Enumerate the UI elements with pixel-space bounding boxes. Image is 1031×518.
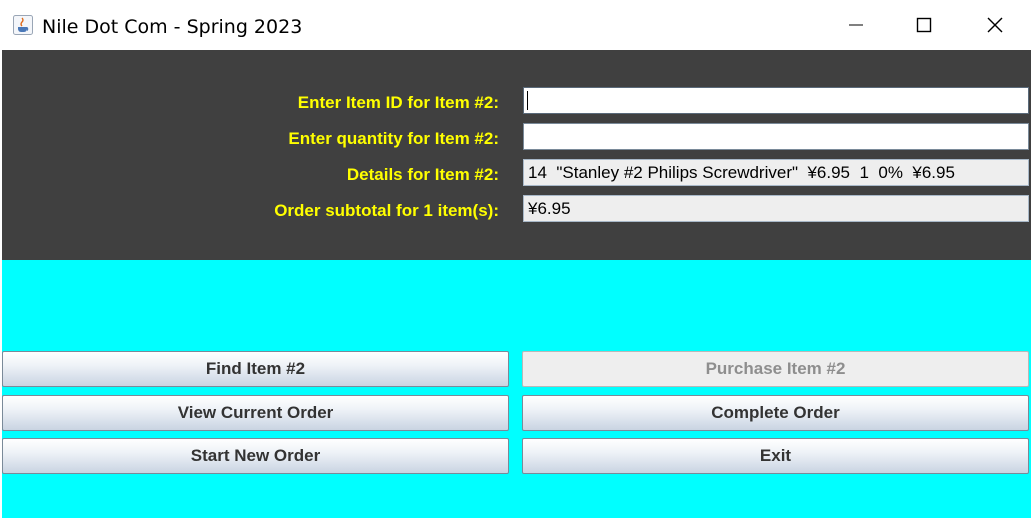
find-item-button[interactable]: Find Item #2 <box>2 351 509 387</box>
details-label: Details for Item #2: <box>346 165 499 184</box>
title-bar: Nile Dot Com - Spring 2023 <box>0 0 1031 50</box>
quantity-label: Enter quantity for Item #2: <box>288 129 499 148</box>
subtotal-label: Order subtotal for 1 item(s): <box>274 201 499 220</box>
details-field: 14 "Stanley #2 Philips Screwdriver" ¥6.9… <box>523 159 1029 186</box>
close-icon <box>987 17 1003 33</box>
subtotal-field: ¥6.95 <box>523 195 1029 222</box>
minimize-icon <box>849 24 863 26</box>
order-form-panel: Enter Item ID for Item #2: Enter quantit… <box>2 50 1031 260</box>
purchase-item-button[interactable]: Purchase Item #2 <box>522 351 1029 387</box>
item-id-label: Enter Item ID for Item #2: <box>297 93 499 112</box>
complete-order-button[interactable]: Complete Order <box>522 395 1029 431</box>
maximize-icon <box>916 17 932 33</box>
view-current-order-button[interactable]: View Current Order <box>2 395 509 431</box>
java-app-icon <box>13 15 33 35</box>
text-caret <box>527 91 528 110</box>
quantity-input[interactable] <box>523 123 1029 150</box>
window-title: Nile Dot Com - Spring 2023 <box>42 16 303 38</box>
close-button[interactable] <box>960 0 1030 50</box>
maximize-button[interactable] <box>889 0 959 50</box>
item-id-input[interactable] <box>523 87 1029 114</box>
button-area <box>2 260 1031 518</box>
minimize-button[interactable] <box>821 0 891 50</box>
start-new-order-button[interactable]: Start New Order <box>2 438 509 474</box>
exit-button[interactable]: Exit <box>522 438 1029 474</box>
